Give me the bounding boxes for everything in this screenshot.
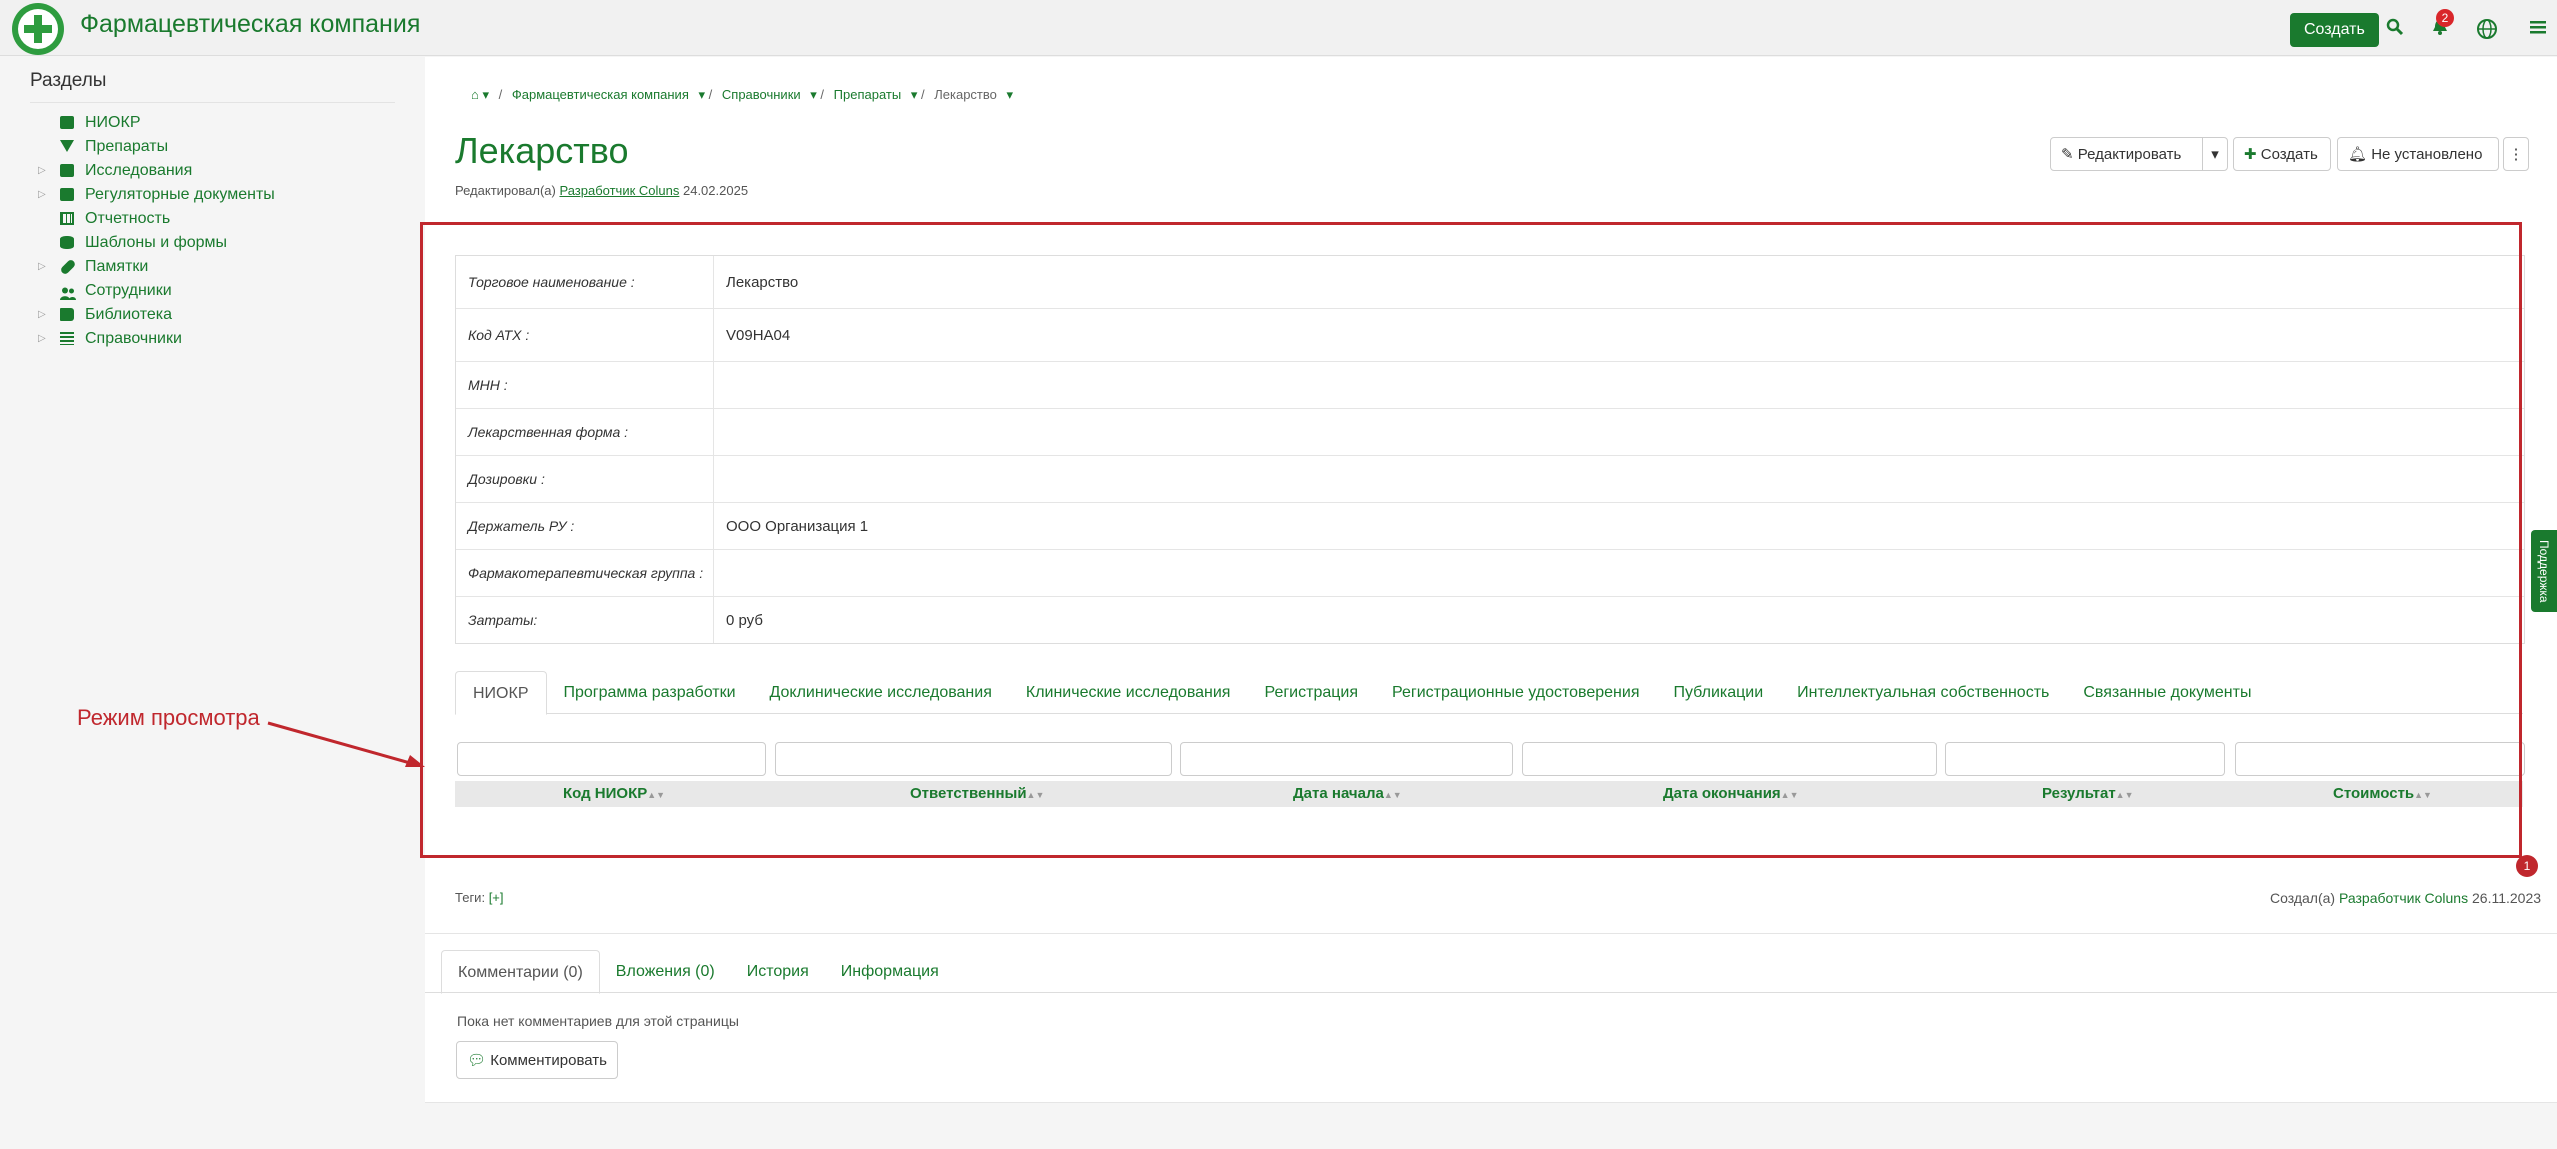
table-icon: [60, 212, 74, 225]
breadcrumb-current[interactable]: Лекарство ▾: [934, 87, 1019, 102]
create-button[interactable]: ✚ Создать: [2233, 137, 2331, 171]
breadcrumb-item[interactable]: Препараты ▾: [834, 87, 918, 102]
sidebar-item-employees[interactable]: Сотрудники: [30, 279, 395, 303]
bell-outline-icon: 🔔︎: [2348, 146, 2368, 163]
sidebar-item-label[interactable]: Библиотека: [85, 306, 172, 323]
home-icon[interactable]: ⌂ ▾: [471, 87, 489, 102]
comments-tabs: Комментарии (0) Вложения (0) История Инф…: [441, 950, 955, 994]
list-icon: [60, 332, 74, 345]
breadcrumb: ⌂ ▾ / Фармацевтическая компания ▾ / Спра…: [471, 87, 1025, 103]
sidebar-item-label[interactable]: Препараты: [85, 138, 168, 155]
edited-info: Редактировал(а) Разработчик Coluns 24.02…: [455, 183, 749, 198]
sidebar-item-label[interactable]: Отчетность: [85, 210, 170, 227]
filter-icon: [60, 140, 74, 152]
edit-dropdown-button[interactable]: ▾: [2202, 137, 2228, 171]
more-options-button[interactable]: ⋮: [2503, 137, 2529, 171]
tags-line: Теги: [+]: [455, 890, 504, 905]
sidebar-item-references[interactable]: ▷ Справочники: [30, 327, 395, 351]
empty-comments-text: Пока нет комментариев для этой страницы: [457, 1013, 739, 1029]
search-icon[interactable]: [2385, 18, 2405, 38]
annotation-marker: 1: [2516, 855, 2538, 877]
annotation-label: Режим просмотра: [77, 705, 260, 730]
sidebar-item-templates[interactable]: Шаблоны и формы: [30, 231, 395, 255]
created-info: Создал(а) Разработчик Coluns 26.11.2023: [2270, 890, 2542, 906]
comment-button[interactable]: 💬︎ Комментировать: [456, 1041, 618, 1079]
page-title: Лекарство: [455, 130, 629, 171]
briefcase-icon: [60, 116, 74, 129]
sidebar-item-label[interactable]: Памятки: [85, 258, 148, 275]
menu-icon[interactable]: [2528, 18, 2548, 38]
subscription-button[interactable]: 🔔︎ Не установлено: [2337, 137, 2499, 171]
sidebar-item-label[interactable]: НИОКР: [85, 114, 141, 131]
expand-caret-icon[interactable]: ▷: [38, 159, 46, 183]
tab-comments[interactable]: Комментарии (0): [441, 950, 600, 994]
book-icon: [60, 308, 74, 321]
expand-caret-icon[interactable]: ▷: [38, 255, 46, 279]
breadcrumb-item[interactable]: Фармацевтическая компания ▾: [512, 87, 705, 102]
vertical-dots-icon: ⋮: [2508, 146, 2524, 163]
tab-history[interactable]: История: [731, 950, 825, 992]
pill-icon: [59, 258, 77, 276]
sidebar-item-preparations[interactable]: Препараты: [30, 135, 395, 159]
edit-button[interactable]: ✎ Редактировать: [2050, 137, 2203, 171]
briefcase-icon: [60, 188, 74, 201]
briefcase-icon: [60, 164, 74, 177]
sidebar-item-label[interactable]: Сотрудники: [85, 282, 172, 299]
speech-bubble-icon: 💬︎: [467, 1052, 487, 1069]
users-icon: [60, 284, 76, 300]
editor-link[interactable]: Разработчик Coluns: [559, 183, 679, 198]
tabs-divider: [425, 992, 2557, 993]
tab-attachments[interactable]: Вложения (0): [600, 950, 731, 992]
sidebar-item-library[interactable]: ▷ Библиотека: [30, 303, 395, 327]
sidebar-item-label[interactable]: Шаблоны и формы: [85, 234, 227, 251]
expand-caret-icon[interactable]: ▷: [38, 303, 46, 327]
database-icon: [60, 236, 74, 249]
globe-icon[interactable]: [2476, 18, 2497, 39]
add-tag-link[interactable]: [+]: [489, 890, 504, 905]
tab-information[interactable]: Информация: [825, 950, 955, 992]
creator-link[interactable]: Разработчик Coluns: [2339, 890, 2468, 906]
caret-down-icon: ▾: [2211, 146, 2219, 163]
sidebar-item-label[interactable]: Регуляторные документы: [85, 186, 275, 203]
annotation-arrow-icon: [267, 721, 425, 767]
app-title[interactable]: Фармацевтическая компания: [80, 10, 420, 39]
header-create-button[interactable]: Создать: [2290, 13, 2379, 47]
sidebar-title: Разделы: [30, 70, 395, 103]
sidebar: Разделы НИОКР Препараты ▷ Исследования ▷…: [30, 70, 395, 351]
sidebar-item-research[interactable]: ▷ Исследования: [30, 159, 395, 183]
expand-caret-icon[interactable]: ▷: [38, 183, 46, 207]
sidebar-item-regulatory[interactable]: ▷ Регуляторные документы: [30, 183, 395, 207]
notification-badge: 2: [2436, 9, 2454, 27]
sidebar-item-reports[interactable]: Отчетность: [30, 207, 395, 231]
view-mode-highlight: [420, 222, 2522, 858]
support-tab[interactable]: Поддержка: [2531, 530, 2557, 612]
plus-icon: ✚: [2244, 146, 2257, 163]
sidebar-item-label[interactable]: Исследования: [85, 162, 192, 179]
expand-caret-icon[interactable]: ▷: [38, 327, 46, 351]
comments-section: Комментарии (0) Вложения (0) История Инф…: [425, 933, 2557, 1103]
sidebar-item-label[interactable]: Справочники: [85, 330, 182, 347]
sidebar-item-niokr[interactable]: НИОКР: [30, 111, 395, 135]
breadcrumb-item[interactable]: Справочники ▾: [722, 87, 817, 102]
logo-cross-icon[interactable]: [12, 3, 64, 55]
top-bar: Фармацевтическая компания Создать 2: [0, 0, 2557, 56]
pencil-icon: ✎: [2061, 146, 2074, 163]
sidebar-item-memos[interactable]: ▷ Памятки: [30, 255, 395, 279]
